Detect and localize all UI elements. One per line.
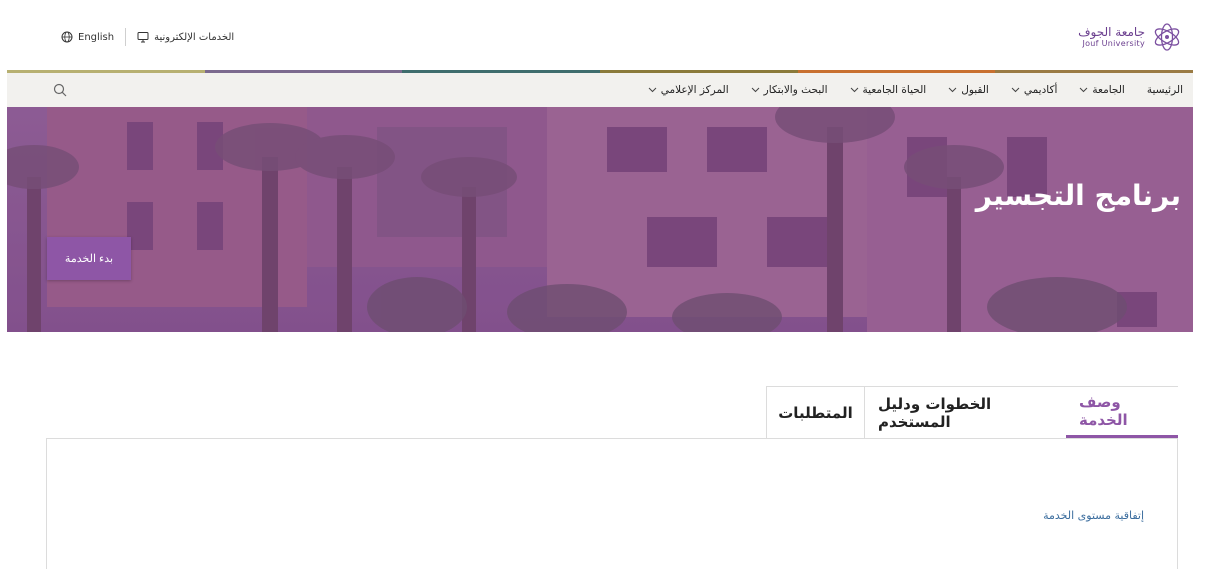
nav-item-label: أكاديمي xyxy=(1023,84,1058,96)
hero-background-image xyxy=(7,107,1193,332)
language-link[interactable]: English xyxy=(61,31,114,43)
nav-item-admission[interactable]: القبول xyxy=(948,84,989,96)
university-logo[interactable]: جامعة الجوف Jouf University xyxy=(1078,19,1183,55)
search-icon[interactable] xyxy=(53,83,67,97)
logo-arabic: جامعة الجوف xyxy=(1078,25,1145,39)
nav-item-label: الجامعة xyxy=(1092,84,1125,96)
nav-item-label: الحياة الجامعية xyxy=(862,84,927,96)
chevron-down-icon xyxy=(948,87,957,93)
nav-item-university[interactable]: الجامعة xyxy=(1079,84,1125,96)
nav-items: الرئيسية الجامعة أكاديمي القبول الحياة الجام… xyxy=(648,73,1183,107)
service-tabs: وصف الخدمة الخطوات ودليل المستخدم المتطل… xyxy=(766,386,1178,438)
eservices-label: الخدمات الإلكترونية xyxy=(154,31,235,43)
tab-steps-user-guide[interactable]: الخطوات ودليل المستخدم xyxy=(864,386,1066,438)
hero-banner: برنامج التجسير بدء الخدمة xyxy=(7,107,1193,332)
nav-item-label: المركز الإعلامي xyxy=(660,84,729,96)
nav-item-academic[interactable]: أكاديمي xyxy=(1011,84,1058,96)
chevron-down-icon xyxy=(648,87,657,93)
page-title: برنامج التجسير xyxy=(975,179,1181,212)
nav-item-label: البحث والابتكار xyxy=(763,84,828,96)
main-nav: الرئيسية الجامعة أكاديمي القبول الحياة الجام… xyxy=(7,73,1193,107)
nav-item-label: القبول xyxy=(961,84,989,96)
nav-item-label: الرئيسية xyxy=(1146,84,1183,96)
start-service-button[interactable]: بدء الخدمة xyxy=(47,237,131,280)
chevron-down-icon xyxy=(1080,87,1088,93)
nav-item-campus-life[interactable]: الحياة الجامعية xyxy=(850,84,927,96)
tab-requirements[interactable]: المتطلبات xyxy=(766,386,864,438)
chevron-down-icon xyxy=(850,87,858,93)
logo-english: Jouf University xyxy=(1082,39,1145,48)
top-bar: English الخدمات الإلكترونية جامعة الجوف … xyxy=(7,4,1193,70)
globe-icon xyxy=(61,31,73,43)
top-links: English الخدمات الإلكترونية xyxy=(61,28,234,46)
chevron-down-icon xyxy=(1011,87,1020,93)
logo-text: جامعة الجوف Jouf University xyxy=(1078,26,1145,48)
nav-item-home[interactable]: الرئيسية xyxy=(1147,84,1183,96)
sla-link[interactable]: إتفاقية مستوى الخدمة xyxy=(1043,509,1144,522)
eservices-link[interactable]: الخدمات الإلكترونية xyxy=(137,31,234,43)
tab-content-panel: إتفاقية مستوى الخدمة xyxy=(46,438,1178,569)
page: English الخدمات الإلكترونية جامعة الجوف … xyxy=(0,0,1223,569)
nav-item-research-innovation[interactable]: البحث والابتكار xyxy=(751,84,828,96)
monitor-icon xyxy=(137,32,149,43)
chevron-down-icon xyxy=(751,87,760,93)
top-links-divider xyxy=(125,28,127,46)
language-label: English xyxy=(78,31,115,43)
tab-service-description[interactable]: وصف الخدمة xyxy=(1066,386,1178,438)
nav-item-media-center[interactable]: المركز الإعلامي xyxy=(648,84,729,96)
logo-mark-icon xyxy=(1152,22,1182,52)
